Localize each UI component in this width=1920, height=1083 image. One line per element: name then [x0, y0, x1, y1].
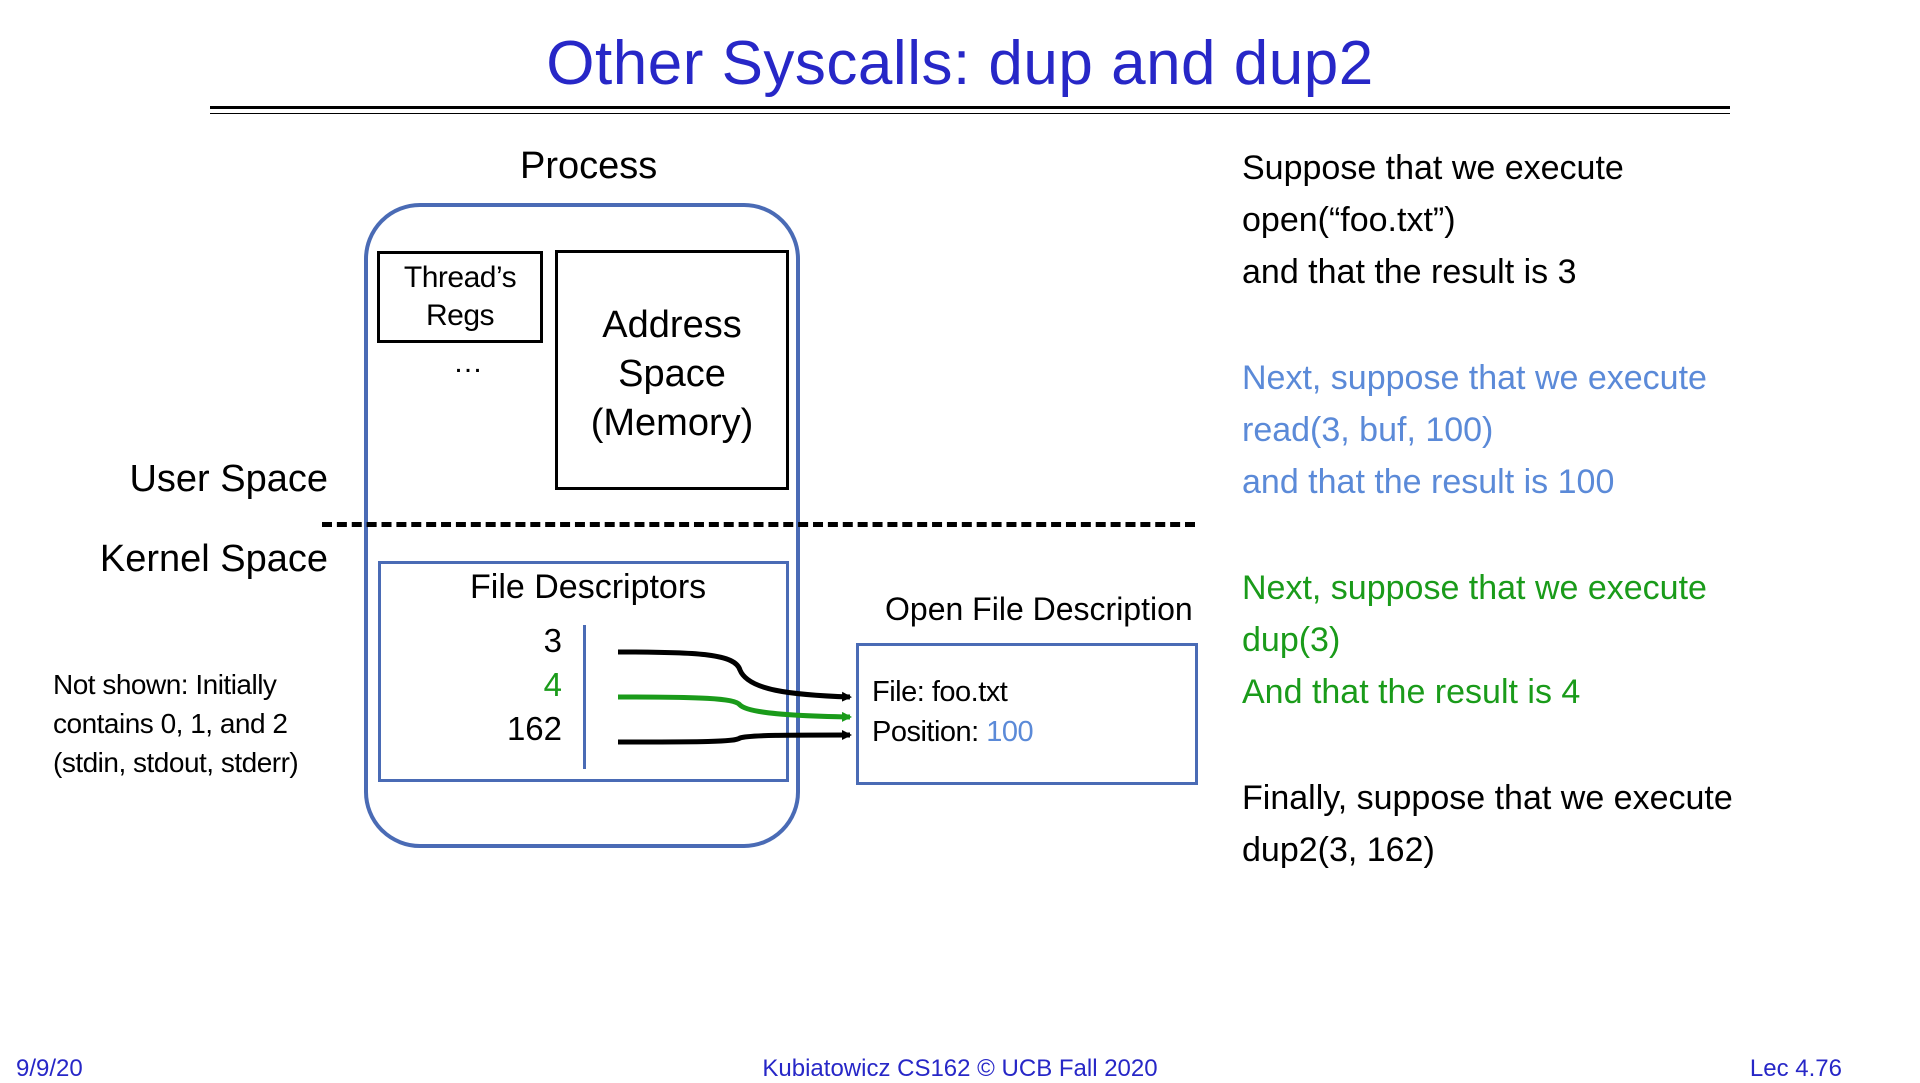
step-open-line-2: open(“foo.txt”) [1242, 201, 1456, 239]
step-dup-line-3: And that the result is 4 [1242, 673, 1581, 711]
footer-lecture-number: Lec 4.76 [1749, 1055, 1842, 1082]
step-dup: Next, suppose that we execute dup(3) And… [1242, 562, 1882, 718]
step-dup-line-1: Next, suppose that we execute [1242, 569, 1707, 607]
footer-course: Kubiatowicz CS162 © UCB Fall 2020 [762, 1055, 1158, 1082]
step-read-line-3: and that the result is 100 [1242, 463, 1615, 501]
step-dup-line-2: dup(3) [1242, 621, 1341, 659]
arrow-fd-4 [617, 694, 852, 722]
step-open-line-1: Suppose that we execute [1242, 149, 1624, 187]
step-read-line-2: read(3, buf, 100) [1242, 411, 1494, 449]
arrow-fd-3 [617, 649, 852, 702]
step-open-line-3: and that the result is 3 [1242, 253, 1577, 291]
arrow-fd-162 [617, 730, 852, 745]
step-read-line-1: Next, suppose that we execute [1242, 359, 1707, 397]
step-dup2: Finally, suppose that we execute dup2(3,… [1242, 772, 1882, 876]
step-dup2-line-1: Finally, suppose that we execute [1242, 779, 1733, 817]
step-open: Suppose that we execute open(“foo.txt”) … [1242, 142, 1882, 298]
step-read: Next, suppose that we execute read(3, bu… [1242, 352, 1882, 508]
step-dup2-line-2: dup2(3, 162) [1242, 831, 1435, 869]
